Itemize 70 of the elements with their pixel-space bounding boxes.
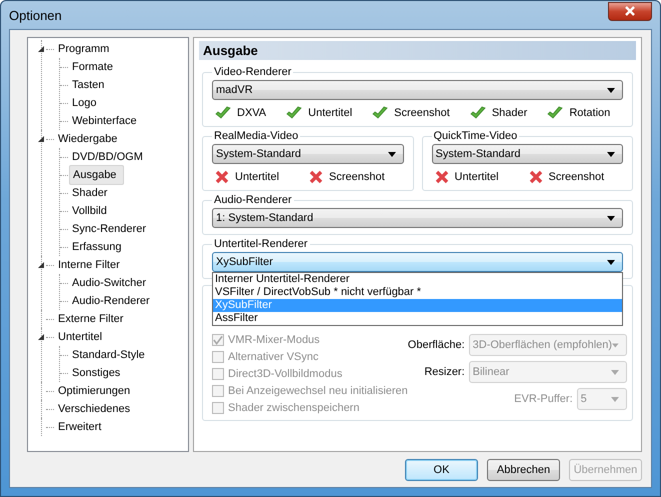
caret-icon <box>607 88 615 92</box>
dialog-button[interactable]: OK <box>405 459 478 481</box>
checkbox-label: Bei Anzeigewechsel neu initialisieren <box>228 385 408 397</box>
tree-item[interactable]: Vollbild <box>69 203 110 219</box>
feature-label: Screenshot <box>394 107 450 119</box>
tree-item[interactable]: Standard-Style <box>69 347 148 363</box>
tree-item[interactable]: Formate <box>69 59 116 75</box>
caret-icon <box>388 152 396 156</box>
tree-item[interactable]: Logo <box>69 95 100 111</box>
dropdown[interactable]: System-Standard <box>212 144 404 164</box>
close-button[interactable] <box>608 2 652 20</box>
feature-label: DXVA <box>237 107 266 119</box>
tree-item[interactable]: Sonstiges <box>69 365 124 381</box>
feature-label: Rotation <box>569 107 610 119</box>
dialog-button[interactable]: Abbrechen <box>487 459 560 481</box>
field-label: Resizer: <box>424 366 465 378</box>
tree-item[interactable]: Wiedergabe <box>55 131 120 147</box>
dropdown-option[interactable]: VSFilter / DirectVobSub * nicht verfügbar * <box>213 286 622 299</box>
tree-item[interactable]: Optimierungen <box>55 383 134 399</box>
group-title: Audio-Renderer <box>213 194 293 206</box>
tree-item[interactable]: DVD/BD/OGM <box>69 149 146 165</box>
collapse-arrow-icon[interactable] <box>37 135 45 143</box>
tree-item[interactable]: Erfassung <box>69 239 125 255</box>
close-icon <box>623 5 637 17</box>
group-title: Untertitel-Renderer <box>213 238 309 250</box>
dropdown-option[interactable]: Interner Untertitel-Renderer <box>213 273 622 286</box>
caret-icon <box>607 260 615 264</box>
feature-label: Screenshot <box>548 171 604 183</box>
field-label: Oberfläche: <box>408 339 465 351</box>
tree-item[interactable]: Programm <box>55 41 112 57</box>
feature-label: Untertitel <box>454 171 499 183</box>
tree-item[interactable]: Webinterface <box>69 113 140 129</box>
group-title: Video-Renderer <box>213 66 292 78</box>
caret-icon <box>607 152 615 156</box>
checkbox-label: Shader zwischenspeichern <box>228 402 360 414</box>
dropdown[interactable]: XySubFilter <box>212 252 623 272</box>
caret-icon <box>607 216 615 220</box>
tree-item[interactable]: Tasten <box>69 77 108 93</box>
checkbox-label: Direct3D-Vollbildmodus <box>228 368 342 380</box>
tree-item[interactable]: Interne Filter <box>55 257 123 273</box>
group-title: QuickTime-Video <box>432 130 518 142</box>
page-title: Ausgabe <box>199 41 636 60</box>
tree-item[interactable]: Externe Filter <box>55 311 126 327</box>
collapse-arrow-icon[interactable] <box>37 45 45 53</box>
tree-item[interactable]: Shader <box>69 185 110 201</box>
group-title: RealMedia-Video <box>213 130 300 142</box>
collapse-arrow-icon[interactable] <box>37 333 45 341</box>
tree-item[interactable]: Sync-Renderer <box>69 221 149 237</box>
dropdown[interactable]: madVR <box>212 80 623 100</box>
dropdown-option[interactable]: AssFilter <box>213 312 622 325</box>
caret-icon <box>610 370 619 374</box>
tree-item[interactable]: Erweitert <box>55 419 104 435</box>
field-label: EVR-Puffer: <box>514 393 573 405</box>
tree-item[interactable]: Audio-Switcher <box>69 275 149 291</box>
dropdown[interactable]: System-Standard <box>432 144 623 164</box>
caret-icon <box>612 342 619 348</box>
collapse-arrow-icon[interactable] <box>37 261 45 269</box>
feature-label: Untertitel <box>308 107 352 119</box>
feature-label: Shader <box>492 107 528 119</box>
feature-label: Untertitel <box>235 171 280 183</box>
caret-icon <box>610 396 619 402</box>
tree-item[interactable]: Audio-Renderer <box>69 293 153 309</box>
window-title: Optionen <box>9 8 62 22</box>
tree-item[interactable]: Verschiedenes <box>55 401 134 417</box>
dropdown[interactable]: 1: System-Standard <box>212 208 623 228</box>
checkbox-label: Alternativer VSync <box>228 351 318 363</box>
checkbox-label: VMR-Mixer-Modus <box>228 334 320 346</box>
feature-label: Screenshot <box>329 171 385 183</box>
tree-item[interactable]: Ausgabe <box>69 165 124 185</box>
tree-item[interactable]: Untertitel <box>55 329 106 345</box>
